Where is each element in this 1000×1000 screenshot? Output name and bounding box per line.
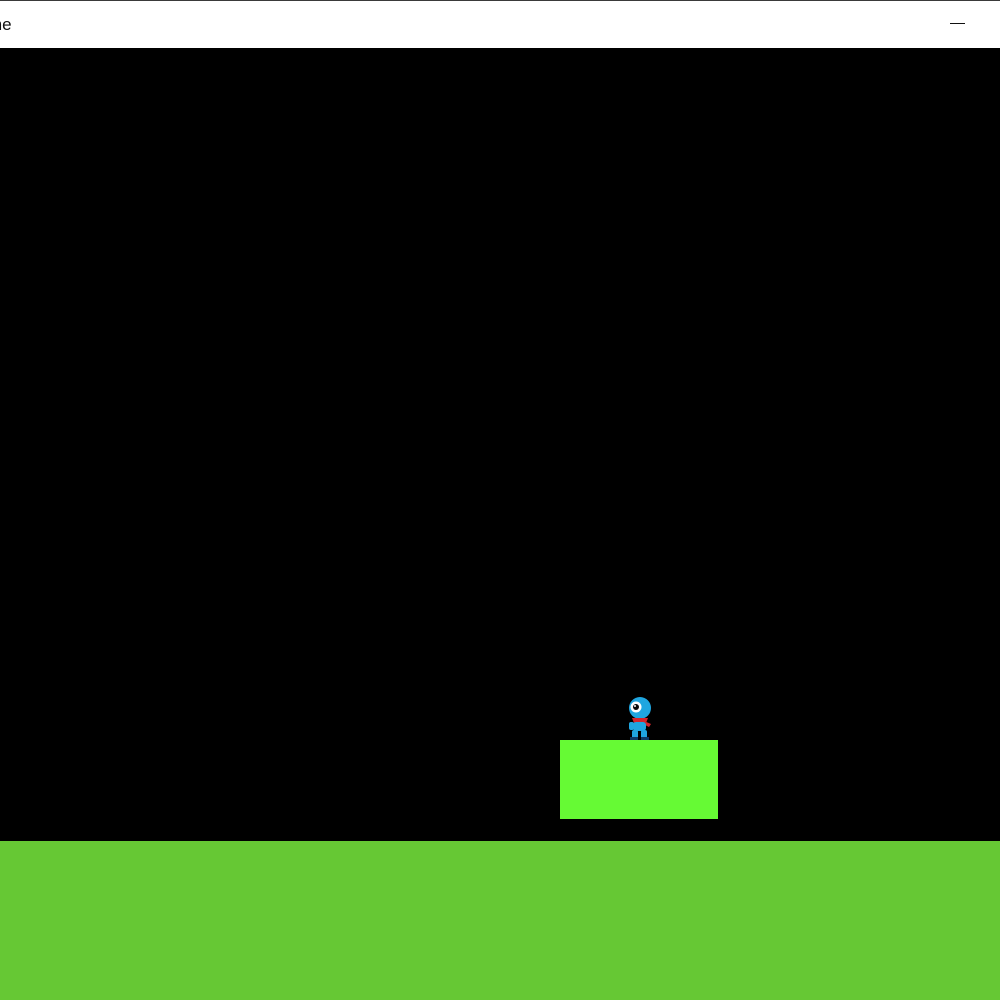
ground (0, 841, 1000, 1000)
title-bar[interactable]: me (0, 0, 1000, 48)
minimize-button[interactable] (914, 1, 1000, 48)
player-character (622, 696, 656, 740)
floating-platform (560, 740, 718, 819)
game-window: me (0, 0, 1000, 1000)
player-sprite-icon (629, 697, 651, 740)
minimize-icon (949, 23, 965, 24)
window-title: me (0, 15, 12, 34)
game-viewport[interactable] (0, 48, 1000, 1000)
